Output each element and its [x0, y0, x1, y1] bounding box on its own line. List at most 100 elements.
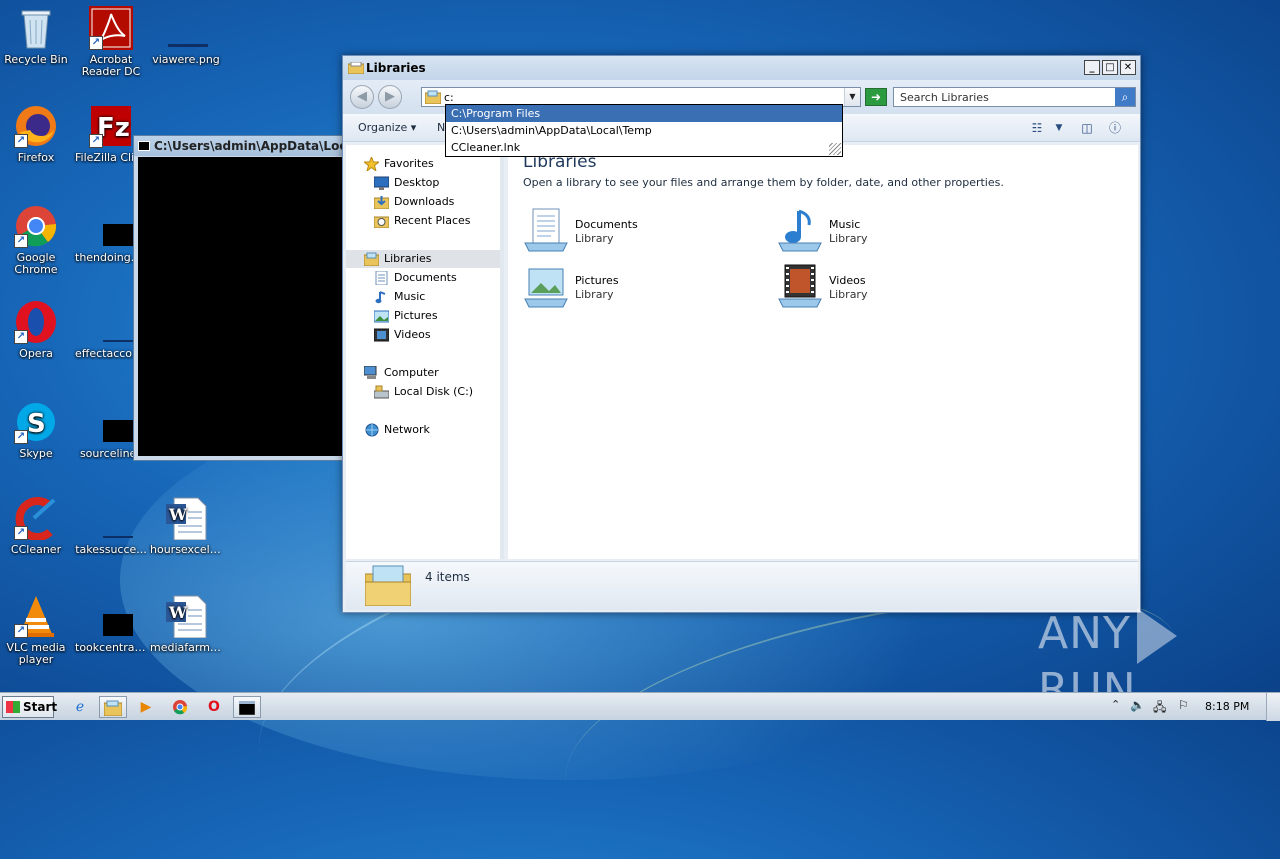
autocomplete-item[interactable]: C:\Program Files: [446, 105, 842, 122]
title-bar[interactable]: Libraries _ □ ✕: [343, 56, 1140, 80]
image-file-icon: [164, 6, 208, 50]
autocomplete-item[interactable]: CCleaner.lnk: [446, 139, 842, 156]
desktop-icon-chrome[interactable]: ↗ Google Chrome: [0, 204, 74, 276]
desktop-icon-recycle-bin[interactable]: Recycle Bin: [0, 6, 74, 66]
show-desktop-button[interactable]: [1266, 693, 1280, 721]
desktop-icon-takessucce[interactable]: takessucce...: [73, 496, 149, 556]
shortcut-arrow-icon: ↗: [89, 134, 103, 148]
desktop-icon-label: takessucce...: [75, 544, 147, 556]
show-hidden-icons-icon[interactable]: ⌃: [1111, 698, 1120, 711]
desktop-icon-firefox[interactable]: ↗ Firefox: [0, 104, 74, 164]
search-icon[interactable]: ⌕: [1115, 88, 1135, 106]
address-input[interactable]: [444, 89, 824, 105]
library-videos[interactable]: Videos Library: [777, 263, 1017, 311]
go-arrow-icon[interactable]: ➜: [865, 88, 887, 106]
address-autocomplete[interactable]: C:\Program Files C:\Users\admin\AppData\…: [445, 104, 843, 157]
console-icon: [138, 141, 150, 151]
file-icon: [89, 594, 147, 638]
taskbar: Start ℯ ▶ O ⌃ 🔈 🖧 ⚐ 8:18 PM: [0, 692, 1280, 721]
network-icon: [365, 423, 379, 437]
desktop-icon-label: Acrobat Reader DC: [81, 54, 141, 78]
file-icon: [89, 400, 147, 444]
change-view-icon[interactable]: ☷: [1027, 119, 1047, 137]
desktop-icon-label: Google Chrome: [14, 252, 58, 276]
word-document-icon: W: [164, 594, 208, 639]
resize-grip-icon[interactable]: [829, 143, 841, 155]
console-window[interactable]: C:\Users\admin\AppData\Local\: [133, 135, 345, 461]
taskbar-console-icon[interactable]: [233, 696, 261, 718]
desktop-icon-hoursexcell[interactable]: W hoursexcell...: [148, 496, 224, 556]
back-button[interactable]: ◀: [350, 85, 374, 109]
desktop-icon-label: VLC media player: [6, 642, 66, 666]
taskbar-explorer-icon[interactable]: [99, 696, 127, 718]
search-box[interactable]: ⌕: [893, 87, 1136, 107]
image-file-icon: [89, 204, 147, 248]
documents-library-icon: [524, 208, 568, 252]
library-documents[interactable]: Documents Library: [523, 207, 763, 255]
recycle-bin-icon: [14, 6, 58, 50]
hard-drive-icon: [374, 385, 389, 399]
organize-label: Organize: [358, 121, 408, 134]
address-dropdown-arrow-icon[interactable]: ▼: [844, 88, 860, 106]
minimize-button[interactable]: _: [1084, 60, 1100, 75]
chrome-icon: ↗: [14, 204, 58, 248]
console-title: C:\Users\admin\AppData\Local\: [134, 136, 344, 156]
action-center-flag-icon[interactable]: ⚐: [1178, 698, 1189, 712]
desktop-icon-label: mediafarm.rtf: [150, 642, 224, 654]
autocomplete-item[interactable]: C:\Users\admin\AppData\Local\Temp: [446, 122, 842, 139]
recent-places-icon: [374, 216, 389, 228]
clock[interactable]: 8:18 PM: [1205, 700, 1249, 713]
acrobat-icon: ↗: [89, 6, 133, 50]
desktop-icon-acrobat[interactable]: ↗ Acrobat Reader DC: [73, 6, 149, 78]
volume-icon[interactable]: 🔈: [1130, 698, 1145, 712]
libraries-icon: [364, 252, 379, 266]
desktop-icon-viawere[interactable]: viawere.png: [148, 6, 224, 66]
taskbar-ie-icon[interactable]: ℯ: [66, 696, 94, 718]
page-subtitle: Open a library to see your files and arr…: [523, 176, 1004, 189]
shortcut-arrow-icon: ↗: [14, 624, 28, 638]
desktop-icon-label: Skype: [19, 448, 53, 460]
desktop-icon-ccleaner[interactable]: ↗ CCleaner: [0, 496, 74, 556]
new-library-button[interactable]: N: [437, 121, 445, 134]
taskbar-opera-icon[interactable]: O: [200, 696, 228, 718]
preview-pane-icon[interactable]: ◫: [1077, 119, 1097, 137]
console-small-icon: [238, 700, 256, 716]
shortcut-arrow-icon: ↗: [14, 330, 28, 344]
shortcut-arrow-icon: ↗: [89, 36, 103, 50]
desktop-icon-opera[interactable]: ↗ Opera: [0, 300, 74, 360]
desktop-icon-label: viawere.png: [152, 54, 220, 66]
library-music[interactable]: Music Library: [777, 207, 1017, 255]
desktop-icon-label: Firefox: [17, 152, 55, 164]
network-tray-icon[interactable]: 🖧: [1153, 698, 1166, 719]
ccleaner-icon: ↗: [14, 496, 58, 541]
forward-button[interactable]: ▶: [378, 85, 402, 109]
videos-icon: [374, 328, 389, 342]
nav-libraries[interactable]: Libraries: [346, 250, 500, 268]
desktop-icon-label: Opera: [19, 348, 53, 360]
window-title: Libraries: [366, 61, 426, 75]
maximize-button[interactable]: □: [1102, 60, 1118, 75]
shortcut-arrow-icon: ↗: [14, 234, 28, 248]
desktop-icon: [374, 176, 389, 190]
music-icon: [375, 291, 386, 304]
desktop-icon-mediafarm[interactable]: W mediafarm.rtf: [148, 594, 224, 654]
console-body[interactable]: [138, 157, 344, 456]
taskbar-media-player-icon[interactable]: ▶: [132, 696, 160, 718]
windows-logo-icon: [6, 701, 20, 713]
play-logo-icon: [1136, 608, 1177, 664]
help-icon[interactable]: ⓘ: [1105, 119, 1125, 137]
search-input[interactable]: [900, 89, 1100, 105]
folder-icon: [425, 90, 441, 104]
desktop-icon-skype[interactable]: S ↗ Skype: [0, 400, 74, 460]
file-icon: [89, 496, 147, 540]
view-options-arrow-icon[interactable]: ▼: [1049, 119, 1069, 137]
start-button[interactable]: Start: [2, 696, 57, 718]
library-pictures[interactable]: Pictures Library: [523, 263, 763, 311]
shortcut-arrow-icon: ↗: [14, 430, 28, 444]
desktop-icon-vlc[interactable]: ↗ VLC media player: [0, 594, 74, 666]
taskbar-chrome-icon[interactable]: [166, 696, 194, 718]
organize-button[interactable]: Organize ▾: [358, 121, 416, 134]
svg-text:W: W: [168, 505, 188, 524]
desktop-icon-tookcentral[interactable]: tookcentral...: [73, 594, 149, 654]
close-button[interactable]: ✕: [1120, 60, 1136, 75]
